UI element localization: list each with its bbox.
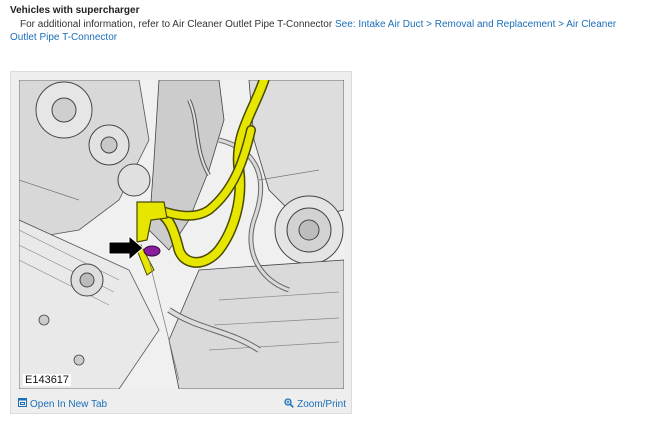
zoom-print-control[interactable]: Zoom/Print (284, 398, 346, 411)
figure-toolbar: Open In New Tab Zoom/Print (11, 394, 351, 412)
section-heading: Vehicles with supercharger (10, 5, 140, 16)
engine-diagram (19, 80, 344, 389)
magnifier-icon (284, 398, 294, 411)
figure-container: E143617 Open In New Tab Zoom/Print (10, 71, 352, 414)
engine-illustration[interactable]: E143617 (19, 80, 344, 389)
figure-id-label: E143617 (23, 374, 72, 386)
open-new-tab-icon (18, 398, 27, 410)
open-new-tab-control[interactable]: Open In New Tab (18, 398, 107, 410)
info-text: For additional information, refer to Air… (20, 19, 335, 30)
info-paragraph: For additional information, refer to Air… (10, 18, 640, 44)
open-new-tab-link[interactable]: Open In New Tab (30, 399, 107, 410)
zoom-print-link[interactable]: Zoom/Print (297, 399, 346, 410)
